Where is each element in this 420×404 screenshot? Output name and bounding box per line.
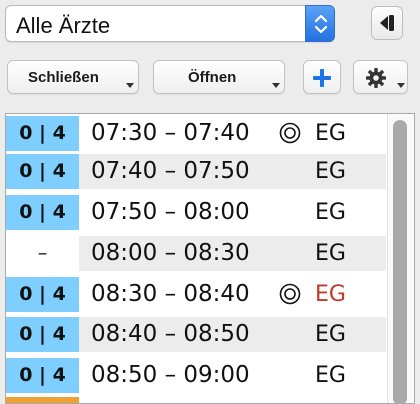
slot-time: 08:50 – 09:00 [91, 362, 250, 388]
table-row[interactable]: – 08:00 – 08:30 EG [6, 236, 386, 271]
slot-location: EG [315, 121, 346, 146]
slot-count: – [6, 236, 79, 271]
slot-count: 0 | 4 [6, 195, 79, 230]
table-row[interactable]: 0 | 4 07:50 – 08:00 EG [6, 195, 386, 230]
table-row[interactable]: 0 | 4 08:50 – 09:00 EG [6, 358, 386, 393]
close-button-label: Schließen [28, 69, 99, 86]
close-dropdown-chevron-icon [126, 83, 134, 88]
doctor-select[interactable]: Alle Ärzte [5, 5, 335, 42]
slot-location: EG [315, 322, 346, 347]
settings-button[interactable] [353, 60, 408, 94]
open-button[interactable]: Öffnen [153, 60, 285, 94]
close-button[interactable]: Schließen [7, 60, 139, 94]
table-row[interactable]: 0 | 4 07:30 – 07:40 EG [6, 116, 386, 151]
slot-count: 0 | 4 [6, 116, 79, 151]
slot-count: 0 | 4 [6, 358, 79, 393]
slot-location: EG [315, 200, 346, 225]
slot-time: 08:30 – 08:40 [91, 281, 250, 307]
slot-time: 07:40 – 07:50 [91, 158, 250, 184]
slot-time: 07:50 – 08:00 [91, 199, 250, 225]
slot-location: EG [315, 282, 346, 307]
slot-count: 0 | 4 [6, 317, 79, 352]
settings-dropdown-chevron-icon [397, 83, 405, 88]
slot-count: 0 | 4 [6, 277, 79, 312]
doctor-select-value: Alle Ärzte [16, 13, 111, 38]
select-arrows-icon[interactable] [305, 5, 335, 42]
slot-time: 08:00 – 08:30 [91, 240, 250, 266]
table-row[interactable]: 0 | 4 08:40 – 08:50 EG [6, 317, 386, 352]
table-row[interactable]: 0 | 4 08:30 – 08:40 EG [6, 277, 386, 312]
open-dropdown-chevron-icon [272, 83, 280, 88]
slot-location: EG [315, 159, 346, 184]
target-icon [279, 283, 301, 305]
toolbar-area: Alle Ärzte Schließen Öffnen [0, 0, 420, 112]
table-row[interactable]: 0 | 4 07:40 – 07:50 EG [6, 154, 386, 189]
target-icon [279, 122, 301, 144]
slot-time: 07:30 – 07:40 [91, 120, 250, 146]
appointment-slot-list[interactable]: 0 | 4 07:30 – 07:40 EG 0 | 4 07:40 – 07:… [5, 113, 415, 404]
add-button[interactable] [303, 60, 341, 94]
open-button-label: Öffnen [188, 69, 237, 86]
next-slot-indicator [6, 397, 79, 403]
scrollbar-thumb[interactable] [393, 120, 407, 403]
slot-time: 08:40 – 08:50 [91, 321, 250, 347]
scrollbar[interactable] [387, 114, 414, 403]
back-button[interactable] [371, 6, 403, 40]
slot-count: 0 | 4 [6, 154, 79, 189]
slot-location: EG [315, 241, 346, 266]
slot-location: EG [315, 363, 346, 388]
